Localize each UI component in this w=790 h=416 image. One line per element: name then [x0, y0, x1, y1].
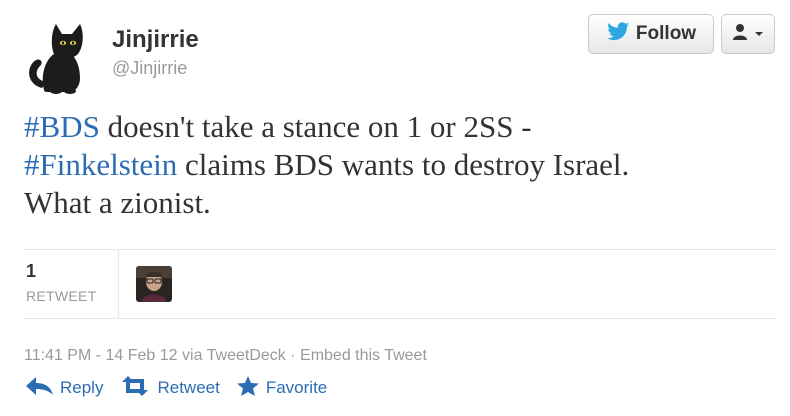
tweet-line-2: #Finkelstein claims BDS wants to destroy… [24, 146, 774, 184]
retweet-count-label: RETWEET [26, 288, 97, 304]
hashtag-bds-link[interactable]: #BDS [24, 109, 100, 144]
divider-bottom [24, 318, 776, 319]
user-display-name[interactable]: Jinjirrie [112, 26, 199, 54]
retweet-icon [119, 375, 151, 402]
tweet-timestamp-link[interactable]: 11:41 PM - 14 Feb 12 [24, 347, 178, 364]
twitter-bird-icon [606, 21, 630, 47]
tweet-card: Jinjirrie @Jinjirrie Follow #BDS doesn't… [0, 0, 790, 416]
retweeter-avatar[interactable] [136, 266, 172, 302]
embed-tweet-link[interactable]: Embed this Tweet [300, 347, 427, 364]
tweet-meta: 11:41 PM - 14 Feb 12 via TweetDeck · Emb… [24, 347, 427, 365]
star-icon [236, 375, 260, 402]
tweet-line-3: What a zionist. [24, 185, 211, 220]
retweeter-photo [136, 266, 172, 302]
reply-label: Reply [60, 378, 104, 397]
black-cat-avatar-image [22, 18, 100, 96]
meta-separator: · [290, 347, 296, 364]
follow-button[interactable]: Follow [588, 14, 714, 54]
tweet-line-2-text: claims BDS wants to destroy Israel. [177, 147, 630, 182]
tweet-source: via TweetDeck [182, 347, 286, 364]
follow-button-label: Follow [635, 23, 697, 44]
retweet-button[interactable]: Retweet [119, 375, 220, 402]
reply-icon [24, 375, 54, 402]
favorite-button[interactable]: Favorite [236, 375, 327, 402]
user-icon [732, 22, 752, 47]
user-handle[interactable]: @Jinjirrie [112, 58, 187, 79]
chevron-down-icon [754, 25, 764, 43]
tweet-text: #BDS doesn't take a stance on 1 or 2SS -… [24, 108, 774, 222]
user-avatar[interactable] [22, 18, 100, 96]
tweet-line-1-text: doesn't take a stance on 1 or 2SS - [99, 109, 532, 144]
tweet-stats: 1 RETWEET [24, 250, 776, 318]
retweet-label: Retweet [157, 378, 220, 397]
tweet-line-1: #BDS doesn't take a stance on 1 or 2SS - [24, 108, 774, 146]
reply-button[interactable]: Reply [24, 375, 103, 402]
user-actions-dropdown-button[interactable] [721, 14, 775, 54]
stats-separator [118, 250, 119, 318]
retweet-count[interactable]: 1 [26, 261, 36, 282]
tweet-actions: Reply Retweet Favorite [24, 374, 327, 402]
favorite-label: Favorite [265, 378, 328, 397]
hashtag-finkelstein-link[interactable]: #Finkelstein [24, 147, 177, 182]
